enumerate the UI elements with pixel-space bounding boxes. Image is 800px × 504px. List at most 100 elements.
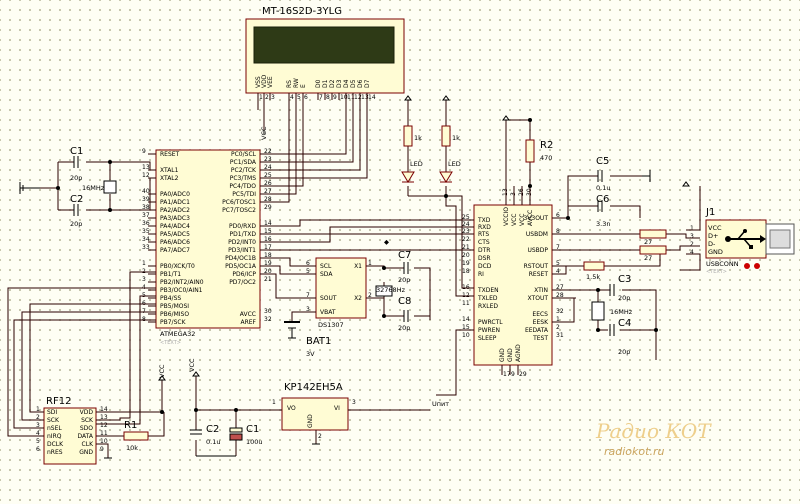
ftdi-pin-label: VCC	[519, 214, 526, 226]
mcu-pin-label: PB4/SS	[160, 295, 181, 302]
lcd-pin-number: 4	[290, 94, 294, 101]
rf-pin-number: 6	[36, 446, 40, 453]
mcu-pin-label: PB0/XCK/T0	[160, 263, 195, 270]
svg-text:0.1u: 0.1u	[596, 184, 610, 192]
ftdi-pin-label: VCC	[511, 214, 518, 226]
svg-text:LED: LED	[410, 160, 423, 168]
svg-text:10k: 10k	[126, 444, 138, 452]
svg-text:3V: 3V	[306, 350, 315, 358]
svg-text:16MHz: 16MHz	[610, 308, 633, 316]
rf-pin-label: nIRQ	[47, 433, 62, 440]
svg-text:VI: VI	[334, 405, 340, 412]
lcd-pin-number: 2	[265, 94, 269, 101]
ftdi-pin-label: RI	[478, 271, 484, 278]
svg-text:LED: LED	[448, 160, 461, 168]
mcu-pin-label: PA1/ADC1	[160, 199, 190, 206]
svg-text:GND: GND	[708, 248, 723, 256]
lcd-pin-label: D1	[322, 79, 329, 88]
svg-text:C4: C4	[618, 318, 631, 329]
ftdi-pin-label: XTOUT	[528, 295, 549, 302]
ftdi-pin-label: VCCIO	[503, 207, 510, 226]
rf-pin-label: CLK	[82, 441, 95, 448]
ftdi-pin-label: RTS	[478, 231, 489, 238]
svg-text:1.5k: 1.5k	[586, 273, 600, 281]
mcu-text: <TEXT>	[160, 340, 181, 346]
lcd-pin-label: VEE	[267, 76, 274, 88]
svg-text:C2: C2	[206, 424, 219, 435]
svg-text:C8: C8	[398, 296, 411, 307]
svg-text:20p: 20p	[618, 348, 630, 356]
svg-text:C1: C1	[70, 146, 83, 157]
ftdi-pin-label: TXDEN	[477, 287, 499, 294]
rf12-module: RF12 SDI1SCK2nSEL3nIRQ4DCLK5nRES6VDD 14SC…	[36, 396, 108, 465]
mcu-pin-label: PD1/TXD	[230, 231, 257, 238]
ftdi-pin-number: 11	[462, 300, 470, 307]
mcu-pin-number: 9	[142, 148, 146, 155]
ftdi-pin-label: TXD	[477, 217, 491, 224]
lcd-pin-label: D0	[315, 79, 322, 88]
lcd-pin-label: RS	[286, 80, 293, 88]
mcu-pin-label: PB6/MISO	[160, 311, 189, 318]
ftdi-pin-label: AGND	[515, 344, 522, 362]
svg-text:C7: C7	[398, 250, 411, 261]
svg-text:27: 27	[644, 238, 652, 246]
ftdi-pin-label: GND	[499, 348, 506, 362]
ftdi-pin-label: USBDP	[527, 247, 548, 254]
lcd-pin-number: 3	[271, 94, 275, 101]
svg-text:20p: 20p	[70, 174, 82, 182]
svg-text:3: 3	[690, 233, 694, 240]
svg-text:32768Hz: 32768Hz	[376, 286, 406, 294]
lcd-pin-number: 9	[333, 94, 337, 101]
ftdi-pin-label: RXD	[478, 224, 491, 231]
lcd-pin-number: 7	[319, 94, 323, 101]
usb-ref: J1	[705, 207, 715, 218]
mcu-pin-label: PA3/ADC3	[160, 215, 190, 222]
watermark-title: Радио КОТ	[595, 419, 712, 443]
svg-text:◆: ◆	[384, 238, 389, 246]
lcd-pin-label: D2	[329, 79, 336, 88]
svg-text:2: 2	[690, 241, 694, 248]
ftdi-pin-label: AVCC	[527, 210, 534, 226]
svg-text:BAT1: BAT1	[306, 336, 331, 347]
mcu-pin-label: XTAL1	[160, 167, 179, 174]
rtc-pin-label: X2	[354, 295, 362, 302]
mcu-pin-number: 32	[264, 316, 272, 323]
svg-text:0.1u: 0.1u	[206, 438, 220, 446]
ftdi-pin-label: CTS	[478, 239, 490, 246]
rf-pin-label: VDD	[80, 409, 94, 416]
svg-text:1: 1	[690, 225, 694, 232]
mcu-pin-label: PC2/TCK	[231, 167, 257, 174]
mcu-pin-label: PC5/TDI	[232, 191, 256, 198]
usb-uart-ft232: TXD25RXD24RTS23CTS22DTR21DSR20DCD19RI18T…	[462, 188, 564, 378]
mcu-pin-number: 1	[142, 260, 146, 267]
mcu-pin-label: PA4/ADC4	[160, 223, 190, 230]
rf-pin-number: 5	[36, 438, 40, 445]
mcu-pin-label: PC3/TMS	[230, 175, 256, 182]
svg-text:1: 1	[272, 399, 276, 406]
lcd-display: MT-16S2D-3YLG VSS1VDD2VEE3RS4RW5E6D07D18…	[245, 6, 405, 101]
ftdi-pin-label: PWRCTL	[478, 319, 503, 326]
lcd-pin-label: E	[300, 84, 307, 88]
mcu-pin-label: PA6/ADC6	[160, 239, 190, 246]
watermark: Радио КОТ radiokot.ru	[595, 419, 712, 458]
rtc-ds1307: SCL6SDA5SOUT7VBAT3X1 1X2 2 DS1307	[306, 257, 372, 329]
lcd-pin-label: D3	[336, 79, 343, 88]
mcu-pin-label: PA0/ADC0	[160, 191, 190, 198]
rf-pin-label: SCK	[81, 417, 94, 424]
lcd-pin-number: 8	[326, 94, 330, 101]
ftdi-pin-number: 29	[519, 371, 527, 378]
ftdi-pin-label: DSR	[478, 255, 491, 262]
mcu-pin-label: PC1/SDA	[230, 159, 257, 166]
mcu-pin-label: RESET	[160, 151, 180, 158]
mcu-pin-label: PD6/ICP	[232, 271, 256, 278]
mcu-pin-label: PC6/TOSC1	[222, 199, 256, 206]
supply-net-label: Uпит	[432, 400, 449, 408]
watermark-url: radiokot.ru	[604, 445, 664, 458]
ftdi-pin-label: TXLED	[477, 295, 498, 302]
rf-pin-number: 9	[100, 446, 104, 453]
ftdi-pin-number: 20	[462, 252, 470, 259]
rf-pin-label: DATA	[78, 433, 94, 440]
mcu-pin-number: 30	[264, 308, 272, 315]
mcu-pin-label: PB1/T1	[160, 271, 181, 278]
ftdi-pin-label: RESET	[529, 271, 549, 278]
